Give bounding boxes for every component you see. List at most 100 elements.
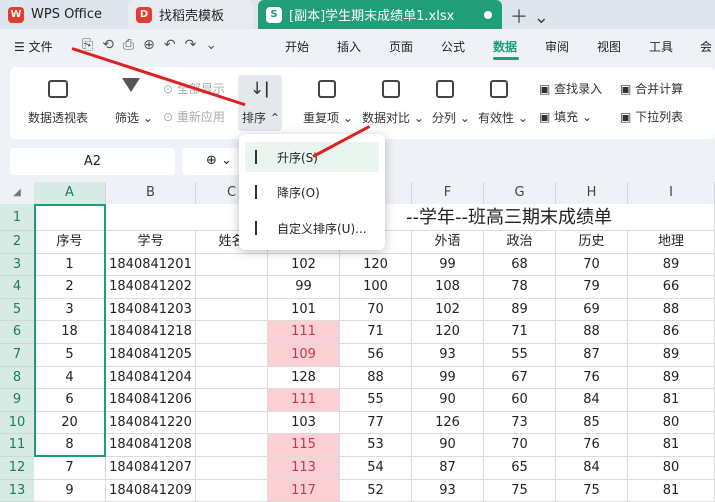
data-cell[interactable]: 88 xyxy=(628,298,715,322)
data-cell[interactable]: 84 xyxy=(556,389,628,412)
data-cell[interactable]: 67 xyxy=(484,366,556,390)
data-cell[interactable]: 100 xyxy=(340,276,412,299)
data-cell[interactable]: 108 xyxy=(412,276,484,299)
row-header[interactable]: 11 xyxy=(0,434,34,457)
menu-view[interactable]: 视图 xyxy=(597,38,621,55)
data-cell[interactable]: 70 xyxy=(556,253,628,277)
dropdown-list-button[interactable]: ▣ 下拉列表 xyxy=(620,108,683,125)
sort-ascending-item[interactable]: 升序(S) xyxy=(245,142,379,172)
data-cell[interactable] xyxy=(196,253,268,277)
data-cell[interactable]: 68 xyxy=(484,253,556,277)
new-tab-icon[interactable]: ＋ ⌄ xyxy=(510,3,549,29)
row-header[interactable]: 6 xyxy=(0,321,34,344)
data-cell[interactable]: 53 xyxy=(340,434,412,457)
data-cell[interactable] xyxy=(196,457,268,480)
data-cell[interactable]: 52 xyxy=(340,479,412,502)
fill-button[interactable]: ▣ 填充 ⌄ xyxy=(539,108,592,125)
data-cell[interactable]: 85 xyxy=(556,411,628,435)
reapply-button[interactable]: ⊙ 重新应用 xyxy=(163,108,225,125)
data-cell[interactable]: 88 xyxy=(340,366,412,390)
data-cell[interactable]: 90 xyxy=(412,434,484,457)
data-cell[interactable]: 65 xyxy=(484,457,556,480)
select-all-corner[interactable]: ◢ xyxy=(0,182,34,204)
sheet-title[interactable]: --学年--班高三期末成绩单 xyxy=(106,204,715,231)
data-cell[interactable]: 1840841220 xyxy=(106,411,196,435)
data-cell[interactable]: 90 xyxy=(412,389,484,412)
tab-template[interactable]: D 找稻壳模板 xyxy=(128,0,253,29)
menu-tools[interactable]: 工具 xyxy=(649,38,673,55)
data-cell[interactable]: 1840841204 xyxy=(106,366,196,390)
menu-home[interactable]: 开始 xyxy=(285,38,309,55)
data-cell[interactable]: 2 xyxy=(34,276,106,299)
zoom-search-icon[interactable]: ⊕ ⌄ xyxy=(182,148,242,175)
data-cell[interactable]: 77 xyxy=(340,411,412,435)
merge-calc-button[interactable]: ▣ 合并计算 xyxy=(620,80,683,97)
data-cell[interactable]: 115 xyxy=(268,434,340,457)
data-cell[interactable]: 75 xyxy=(556,479,628,502)
row-header[interactable]: 4 xyxy=(0,276,34,299)
data-cell[interactable] xyxy=(196,389,268,412)
data-cell[interactable] xyxy=(196,366,268,390)
data-cell[interactable]: 7 xyxy=(34,457,106,480)
data-cell[interactable]: 93 xyxy=(412,479,484,502)
data-cell[interactable]: 1840841206 xyxy=(106,389,196,412)
data-cell[interactable]: 86 xyxy=(628,321,715,344)
menu-formula[interactable]: 公式 xyxy=(441,38,465,55)
header-cell[interactable]: 地理 xyxy=(628,231,715,254)
data-cell[interactable]: 76 xyxy=(556,434,628,457)
quick-access-icons[interactable]: ⎘⟲⎙⊕↶↷⌄ xyxy=(82,37,226,53)
data-cell[interactable]: 109 xyxy=(268,344,340,367)
menu-insert[interactable]: 插入 xyxy=(337,38,361,55)
data-cell[interactable]: 70 xyxy=(340,298,412,322)
data-cell[interactable] xyxy=(196,276,268,299)
column-header-g[interactable]: G xyxy=(484,182,556,204)
data-cell[interactable]: 88 xyxy=(556,321,628,344)
tab-active-document[interactable]: S [副本]学生期末成绩单1.xlsx xyxy=(258,0,502,29)
data-cell[interactable]: 71 xyxy=(340,321,412,344)
data-cell[interactable]: 1840841205 xyxy=(106,344,196,367)
data-cell[interactable] xyxy=(196,344,268,367)
split-column-button[interactable]: 分列 ⌄ xyxy=(432,109,470,126)
data-compare-button[interactable]: 数据对比 ⌄ xyxy=(362,109,424,126)
data-cell[interactable]: 55 xyxy=(340,389,412,412)
data-cell[interactable]: 99 xyxy=(268,276,340,299)
column-header-f[interactable]: F xyxy=(412,182,484,204)
row-header[interactable]: 9 xyxy=(0,389,34,412)
data-cell[interactable] xyxy=(196,298,268,322)
data-cell[interactable]: 126 xyxy=(412,411,484,435)
row-header[interactable]: 12 xyxy=(0,457,34,480)
data-cell[interactable]: 80 xyxy=(628,457,715,480)
name-box[interactable]: A2 xyxy=(10,148,175,175)
data-cell[interactable]: 1840841209 xyxy=(106,479,196,502)
data-cell[interactable]: 120 xyxy=(412,321,484,344)
data-cell[interactable]: 102 xyxy=(412,298,484,322)
data-cell[interactable]: 5 xyxy=(34,344,106,367)
data-cell[interactable] xyxy=(196,479,268,502)
data-cell[interactable]: 102 xyxy=(268,253,340,277)
pivot-table-button[interactable]: 数据透视表 xyxy=(28,109,88,126)
data-cell[interactable]: 1840841203 xyxy=(106,298,196,322)
header-cell[interactable]: 学号 xyxy=(106,231,196,254)
column-header-b[interactable]: B xyxy=(106,182,196,204)
data-cell[interactable]: 75 xyxy=(484,479,556,502)
data-cell[interactable]: 89 xyxy=(628,253,715,277)
custom-sort-item[interactable]: 自定义排序(U)... xyxy=(245,213,379,243)
data-cell[interactable]: 93 xyxy=(412,344,484,367)
menu-member[interactable]: 会 xyxy=(700,38,712,55)
data-cell[interactable]: 8 xyxy=(34,434,106,457)
column-header-i[interactable]: I xyxy=(628,182,715,204)
data-cell[interactable]: 76 xyxy=(556,366,628,390)
row-header[interactable]: 2 xyxy=(0,231,34,254)
header-cell[interactable]: 序号 xyxy=(34,231,106,254)
row-header[interactable]: 5 xyxy=(0,298,34,322)
file-menu[interactable]: ☰ 文件 xyxy=(14,38,53,55)
validity-button[interactable]: 有效性 ⌄ xyxy=(478,109,528,126)
data-cell[interactable]: 89 xyxy=(628,366,715,390)
data-cell[interactable]: 1 xyxy=(34,253,106,277)
data-cell[interactable]: 66 xyxy=(628,276,715,299)
data-cell[interactable]: 99 xyxy=(412,366,484,390)
header-cell[interactable]: 外语 xyxy=(412,231,484,254)
row-header[interactable]: 8 xyxy=(0,366,34,390)
row-header[interactable]: 1 xyxy=(0,204,34,231)
data-cell[interactable]: 80 xyxy=(628,411,715,435)
